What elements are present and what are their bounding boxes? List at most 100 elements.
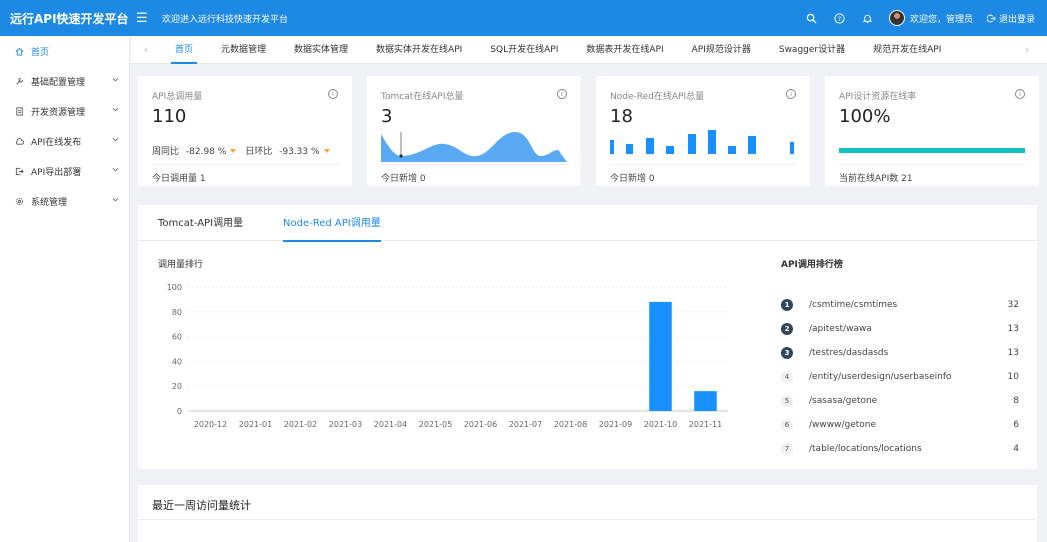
y-tick-label: 40 (172, 357, 182, 366)
info-icon[interactable]: i (1015, 89, 1025, 99)
list-item[interactable]: 6 /wwww/getone 6 (781, 413, 1019, 437)
tab-scroll-left-icon[interactable]: ‹ (131, 43, 161, 56)
help-icon[interactable]: ? (833, 11, 847, 25)
x-tick-label: 2021-07 (509, 420, 542, 429)
card-title: Tomcat在线API总量 (381, 92, 464, 102)
card-value: 3 (381, 106, 393, 127)
sidebar-item-api-export[interactable]: API导出部署 (0, 156, 129, 186)
gear-icon (15, 197, 27, 206)
app-title: 远行API快速开发平台 (10, 11, 129, 26)
usage-bar-chart: 0 20 40 60 80 100 2020-12 2021-01 2021-02 2021-03… (167, 283, 728, 429)
y-tick-label: 100 (167, 283, 182, 292)
rank-path: /entity/userdesign/userbaseinfo (809, 372, 952, 382)
rank-count: 13 (1007, 348, 1019, 358)
export-icon (15, 167, 27, 176)
sidebar-item-label: 开发资源管理 (31, 107, 86, 118)
tab-tomcat-usage[interactable]: Tomcat-API调用量 (138, 205, 263, 241)
tab-swagger[interactable]: Swagger设计器 (765, 36, 859, 64)
tab-node-red-usage[interactable]: Node-Red API调用量 (263, 205, 401, 242)
rank-path: /wwww/getone (809, 420, 877, 430)
tab-entity-api[interactable]: 数据实体开发在线API (362, 36, 476, 64)
y-tick-label: 20 (172, 382, 182, 391)
list-item[interactable]: 5 /sasasa/getone 8 (781, 389, 1019, 413)
welcome-text: 欢迎进入远行科技快速开发平台 (162, 14, 289, 25)
panel-tabs: Tomcat-API调用量 Node-Red API调用量 (138, 205, 1037, 242)
x-tick-label: 2021-06 (464, 420, 497, 429)
sidebar-item-api-publish[interactable]: API在线发布 (0, 126, 129, 156)
chevron-down-icon (112, 167, 119, 172)
search-icon[interactable] (805, 11, 819, 25)
node-red-bar-sparkline (610, 130, 794, 154)
card-footer: 当前在线API数 21 (839, 164, 1025, 184)
list-item[interactable]: 4 /entity/userdesign/userbaseinfo 10 (781, 365, 1019, 389)
day-compare-label: 日环比 (245, 147, 273, 157)
stat-card-online-rate: API设计资源在线率 i 100% 当前在线API数 21 (825, 76, 1039, 186)
rank-number: 6 (781, 419, 793, 431)
tab-api-designer[interactable]: API规范设计器 (678, 36, 765, 64)
list-item[interactable]: 7 /table/locations/locations 4 (781, 437, 1019, 461)
tab-spec-api[interactable]: 规范开发在线API (859, 36, 955, 64)
sidebar: 首页 基础配置管理 开发资源管理 API在线发布 API导出部署 系统管理 (0, 36, 130, 542)
online-rate-progress (839, 148, 1025, 153)
stat-card-total-calls: API总调用量 i 110 周同比 -82.98 % 日环比 -93.33 % … (138, 76, 352, 186)
x-tick-label: 2021-03 (329, 420, 362, 429)
sidebar-item-base-config[interactable]: 基础配置管理 (0, 66, 129, 96)
x-tick-label: 2021-05 (419, 420, 452, 429)
bar (649, 301, 672, 411)
weekly-visits-panel: 最近一周访问量统计 (138, 485, 1037, 542)
avatar (888, 10, 905, 26)
rank-count: 32 (1007, 300, 1019, 310)
bar (694, 391, 717, 411)
list-item[interactable]: 1 /csmtime/csmtimes 32 (781, 293, 1019, 317)
tab-table-api[interactable]: 数据表开发在线API (572, 36, 677, 64)
user-greeting: 欢迎您，管理员 (909, 14, 973, 25)
chart-title: 调用量排行 (158, 260, 204, 270)
week-compare-label: 周同比 (152, 147, 180, 157)
list-item[interactable]: 2 /apitest/wawa 13 (781, 317, 1019, 341)
card-value: 110 (152, 106, 187, 127)
chevron-down-icon (112, 197, 119, 202)
info-icon[interactable]: i (557, 89, 567, 99)
x-tick-label: 2021-04 (374, 420, 407, 429)
sidebar-item-label: API导出部署 (31, 167, 82, 178)
document-icon (15, 106, 27, 116)
tab-sql-api[interactable]: SQL开发在线API (476, 36, 572, 64)
rank-count: 8 (1013, 396, 1019, 406)
card-footer: 今日调用量 1 (152, 164, 338, 184)
card-title: Node-Red在线API总量 (610, 92, 705, 102)
rank-path: /csmtime/csmtimes (809, 300, 898, 310)
card-title: API总调用量 (152, 92, 203, 102)
divider (138, 519, 1037, 520)
rank-number: 7 (781, 443, 793, 455)
card-value: 18 (610, 106, 633, 127)
info-icon[interactable]: i (328, 89, 338, 99)
stat-card-tomcat: Tomcat在线API总量 i 3 今日新增 0 (367, 76, 581, 186)
bell-icon[interactable] (861, 11, 875, 25)
sidebar-item-home[interactable]: 首页 (0, 36, 129, 66)
menu-toggle-icon[interactable]: ☰ (136, 11, 156, 26)
tomcat-area-sparkline (381, 132, 567, 162)
rank-path: /testres/dasdasds (809, 348, 889, 358)
user-menu[interactable]: 欢迎您，管理员 (888, 10, 973, 26)
logout-button[interactable]: 退出登录 (986, 12, 1035, 25)
y-tick-label: 0 (177, 407, 182, 416)
sidebar-item-dev-resources[interactable]: 开发资源管理 (0, 96, 129, 126)
info-icon[interactable]: i (786, 89, 796, 99)
sidebar-item-system[interactable]: 系统管理 (0, 186, 129, 216)
rank-path: /sasasa/getone (809, 396, 878, 406)
list-item[interactable]: 3 /testres/dasdasds 13 (781, 341, 1019, 365)
compare-row: 周同比 -82.98 % 日环比 -93.33 % (152, 144, 336, 157)
tab-home[interactable]: 首页 (161, 36, 207, 64)
x-tick-label: 2021-10 (644, 420, 677, 429)
cloud-icon (15, 137, 27, 146)
tab-metadata[interactable]: 元数据管理 (207, 36, 280, 64)
rank-number: 4 (781, 371, 793, 383)
tab-scroll-right-icon[interactable]: › (1017, 43, 1037, 56)
logout-icon (986, 14, 996, 22)
rank-number: 3 (781, 347, 793, 359)
tab-entity[interactable]: 数据实体管理 (280, 36, 362, 64)
rank-number: 1 (781, 299, 793, 311)
chevron-down-icon (112, 137, 119, 142)
x-tick-label: 2021-01 (239, 420, 272, 429)
y-tick-label: 60 (172, 333, 182, 342)
